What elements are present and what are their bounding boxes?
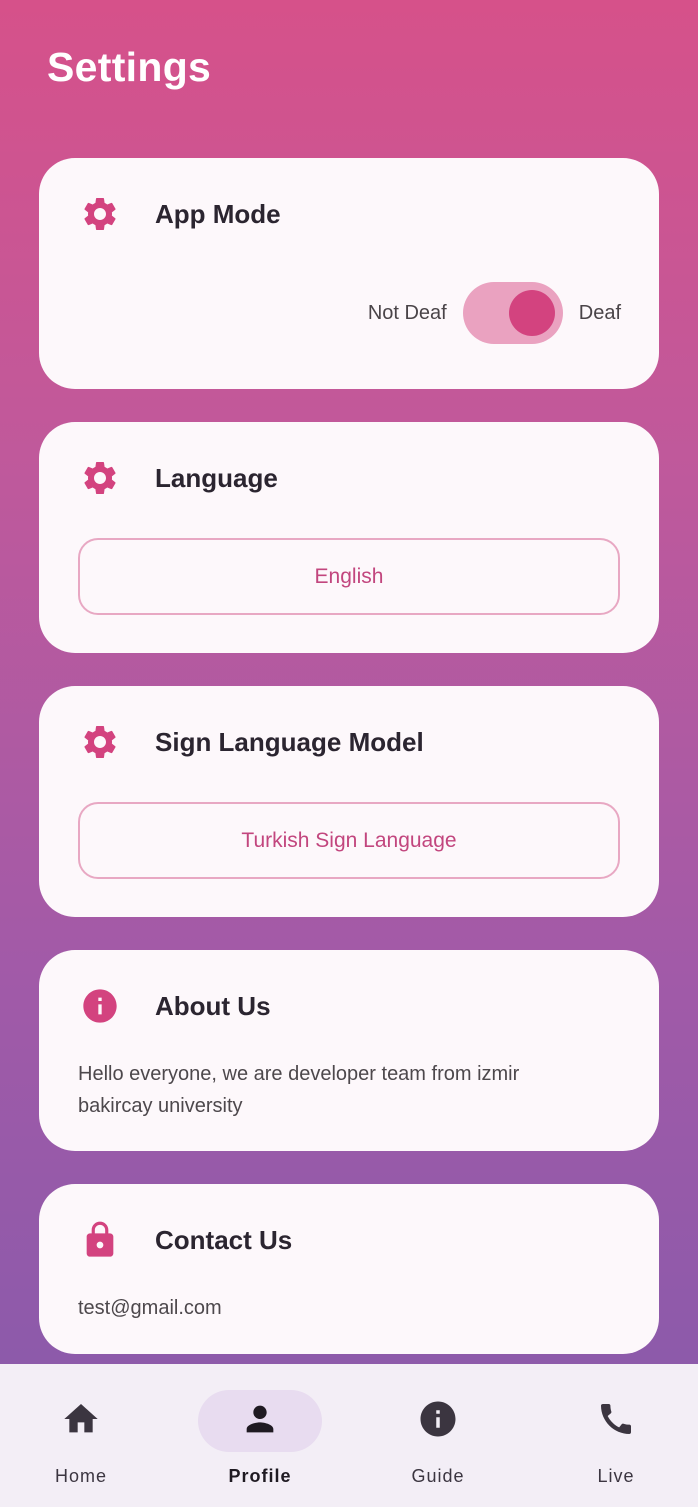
person-icon — [240, 1399, 280, 1444]
language-card: Language English — [39, 422, 659, 653]
about-text: Hello everyone, we are developer team fr… — [78, 1063, 520, 1117]
app-mode-title: App Mode — [155, 198, 281, 229]
card-header: App Mode — [79, 194, 281, 234]
nav-item-profile[interactable]: Profile — [190, 1364, 330, 1507]
info-icon — [417, 1398, 459, 1445]
nav-pill — [19, 1390, 143, 1452]
contact-card: Contact Us test@gmail.com — [39, 1184, 659, 1354]
bottom-nav: Home Profile Guide Live — [0, 1364, 698, 1507]
sign-model-select-button[interactable]: Turkish Sign Language — [78, 802, 620, 879]
nav-label-home: Home — [54, 1466, 107, 1486]
app-mode-card: App Mode Not Deaf Deaf — [39, 158, 659, 389]
nav-label-live: Live — [597, 1466, 635, 1486]
app-mode-toggle-row: Not Deaf Deaf — [368, 282, 621, 344]
card-header: Contact Us — [79, 1220, 292, 1260]
page-title: Settings — [47, 44, 212, 90]
settings-screen: Settings App Mode Not Deaf Deaf Language… — [0, 0, 698, 1507]
info-icon — [79, 985, 121, 1027]
home-icon — [61, 1399, 101, 1444]
gear-icon — [79, 457, 121, 499]
sign-model-title: Sign Language Model — [155, 726, 424, 757]
card-header: Language — [79, 458, 278, 498]
gear-icon — [79, 193, 121, 235]
toggle-knob — [508, 290, 555, 336]
nav-item-guide[interactable]: Guide — [368, 1364, 508, 1507]
nav-pill — [554, 1390, 678, 1452]
language-select-button[interactable]: English — [78, 538, 620, 615]
contact-title: Contact Us — [155, 1224, 293, 1255]
about-title: About Us — [155, 990, 271, 1021]
about-card: About Us Hello everyone, we are develope… — [39, 950, 659, 1151]
language-title: Language — [155, 462, 278, 493]
not-deaf-label: Not Deaf — [367, 301, 447, 324]
deaf-label: Deaf — [578, 301, 621, 324]
sign-model-card: Sign Language Model Turkish Sign Languag… — [39, 686, 659, 917]
nav-pill-active — [198, 1390, 322, 1452]
contact-email[interactable]: test@gmail.com — [78, 1292, 598, 1324]
nav-label-guide: Guide — [411, 1466, 465, 1486]
gear-icon — [79, 721, 121, 763]
nav-item-live[interactable]: Live — [546, 1364, 686, 1507]
card-header: About Us — [79, 986, 271, 1026]
nav-item-home[interactable]: Home — [11, 1364, 151, 1507]
nav-label-profile: Profile — [228, 1466, 292, 1486]
nav-pill — [376, 1390, 500, 1452]
lock-icon — [79, 1219, 121, 1261]
phone-icon — [596, 1399, 636, 1444]
app-mode-toggle[interactable] — [462, 282, 563, 344]
card-header: Sign Language Model — [79, 722, 424, 762]
